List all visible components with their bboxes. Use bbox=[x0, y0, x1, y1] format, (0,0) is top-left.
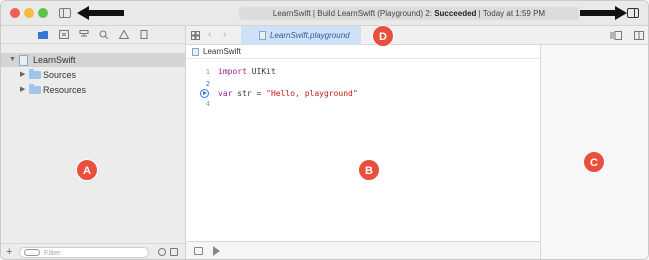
inspector-toggle-icon[interactable] bbox=[627, 8, 639, 18]
tree-item-label: LearnSwift bbox=[33, 55, 76, 65]
tree-item-label: Resources bbox=[43, 85, 87, 95]
back-chevron-icon[interactable]: ‹ bbox=[208, 29, 211, 40]
code-line[interactable]: 1 import UIKit bbox=[186, 66, 540, 78]
folder-icon bbox=[29, 69, 41, 79]
title-bar: LearnSwift | Build LearnSwift (Playgroun… bbox=[1, 1, 648, 26]
run-playground-icon[interactable] bbox=[200, 89, 209, 98]
add-icon[interactable]: + bbox=[6, 246, 12, 258]
callout-d: D bbox=[372, 25, 394, 47]
arrow-left-icon bbox=[77, 6, 124, 20]
navigator-tab-bar bbox=[1, 26, 185, 44]
tree-item-sources[interactable]: ▶ Sources bbox=[1, 68, 185, 82]
minimize-window-button[interactable] bbox=[24, 8, 34, 18]
code-rest: UIKit bbox=[246, 67, 276, 76]
chevron-right-icon[interactable]: ▶ bbox=[20, 68, 25, 82]
tab-learnswift-playground[interactable]: LearnSwift.playground bbox=[241, 26, 361, 45]
editor-tab-bar: ‹ › LearnSwift.playground bbox=[186, 26, 648, 45]
playground-doc-icon bbox=[19, 55, 28, 66]
tree-item-learnswift[interactable]: ▼ LearnSwift bbox=[1, 53, 185, 67]
navigator-area: ▼ LearnSwift ▶ Sources ▶ Resources + Fil… bbox=[1, 26, 186, 259]
callout-b: B bbox=[358, 159, 380, 181]
chevron-right-icon[interactable]: ▶ bbox=[20, 83, 25, 97]
symbol-navigator-icon[interactable] bbox=[79, 30, 89, 39]
activity-suffix: | Today at 1:59 PM bbox=[476, 9, 546, 18]
code-line[interactable]: 4 bbox=[186, 98, 540, 110]
callout-c: C bbox=[583, 151, 605, 173]
close-window-button[interactable] bbox=[10, 8, 20, 18]
filter-input[interactable]: Filter bbox=[19, 247, 149, 258]
callout-a: A bbox=[76, 159, 98, 181]
find-navigator-search-icon[interactable] bbox=[99, 30, 109, 39]
activity-viewer: LearnSwift | Build LearnSwift (Playgroun… bbox=[239, 7, 579, 20]
activity-prefix: LearnSwift | Build LearnSwift (Playgroun… bbox=[272, 9, 435, 18]
run-icon[interactable] bbox=[213, 246, 220, 256]
activity-status: Succeeded bbox=[434, 9, 477, 18]
arrow-right-icon bbox=[580, 6, 627, 20]
line-number: 4 bbox=[205, 100, 210, 108]
chevron-down-icon[interactable]: ▼ bbox=[9, 53, 16, 67]
issue-navigator-warning-icon[interactable] bbox=[119, 30, 129, 39]
filter-modified-icon[interactable] bbox=[170, 248, 178, 256]
tab-label: LearnSwift.playground bbox=[270, 31, 350, 40]
string-literal: "Hello, playground" bbox=[266, 89, 358, 98]
editor-area: ‹ › LearnSwift.playground LearnSwift 1 i… bbox=[186, 26, 648, 241]
jump-bar: LearnSwift bbox=[186, 45, 540, 59]
keyword: import bbox=[218, 67, 247, 76]
hide-debug-area-icon[interactable] bbox=[194, 247, 203, 255]
xcode-window: LearnSwift | Build LearnSwift (Playgroun… bbox=[0, 0, 649, 260]
navigator-toggle-icon[interactable] bbox=[59, 8, 71, 18]
adjust-editor-options-icon[interactable] bbox=[610, 31, 622, 40]
navigator-filter-bar: + Filter bbox=[1, 243, 185, 259]
source-control-navigator-icon[interactable] bbox=[59, 30, 69, 39]
tree-item-label: Sources bbox=[43, 70, 77, 80]
recent-files-clock-icon[interactable] bbox=[158, 248, 166, 256]
tree-item-resources[interactable]: ▶ Resources bbox=[1, 83, 185, 97]
filter-options-icon[interactable] bbox=[24, 249, 40, 256]
project-navigator-folder-icon[interactable] bbox=[38, 30, 48, 39]
forward-chevron-icon[interactable]: › bbox=[223, 29, 226, 40]
filter-placeholder: Filter bbox=[44, 248, 61, 257]
report-navigator-icon[interactable] bbox=[139, 30, 149, 39]
code-rest: str = bbox=[232, 89, 267, 98]
keyword: var bbox=[218, 89, 233, 98]
debug-bar bbox=[186, 241, 540, 259]
related-items-grid-icon[interactable] bbox=[191, 31, 200, 40]
line-number: 1 bbox=[205, 68, 210, 76]
folder-icon bbox=[29, 84, 41, 94]
playground-file-icon bbox=[259, 31, 266, 40]
zoom-window-button[interactable] bbox=[38, 8, 48, 18]
jump-bar-item[interactable]: LearnSwift bbox=[203, 45, 241, 59]
code-text: import UIKit bbox=[218, 66, 276, 78]
add-editor-split-icon[interactable] bbox=[634, 31, 644, 40]
playground-doc-icon bbox=[192, 48, 199, 56]
